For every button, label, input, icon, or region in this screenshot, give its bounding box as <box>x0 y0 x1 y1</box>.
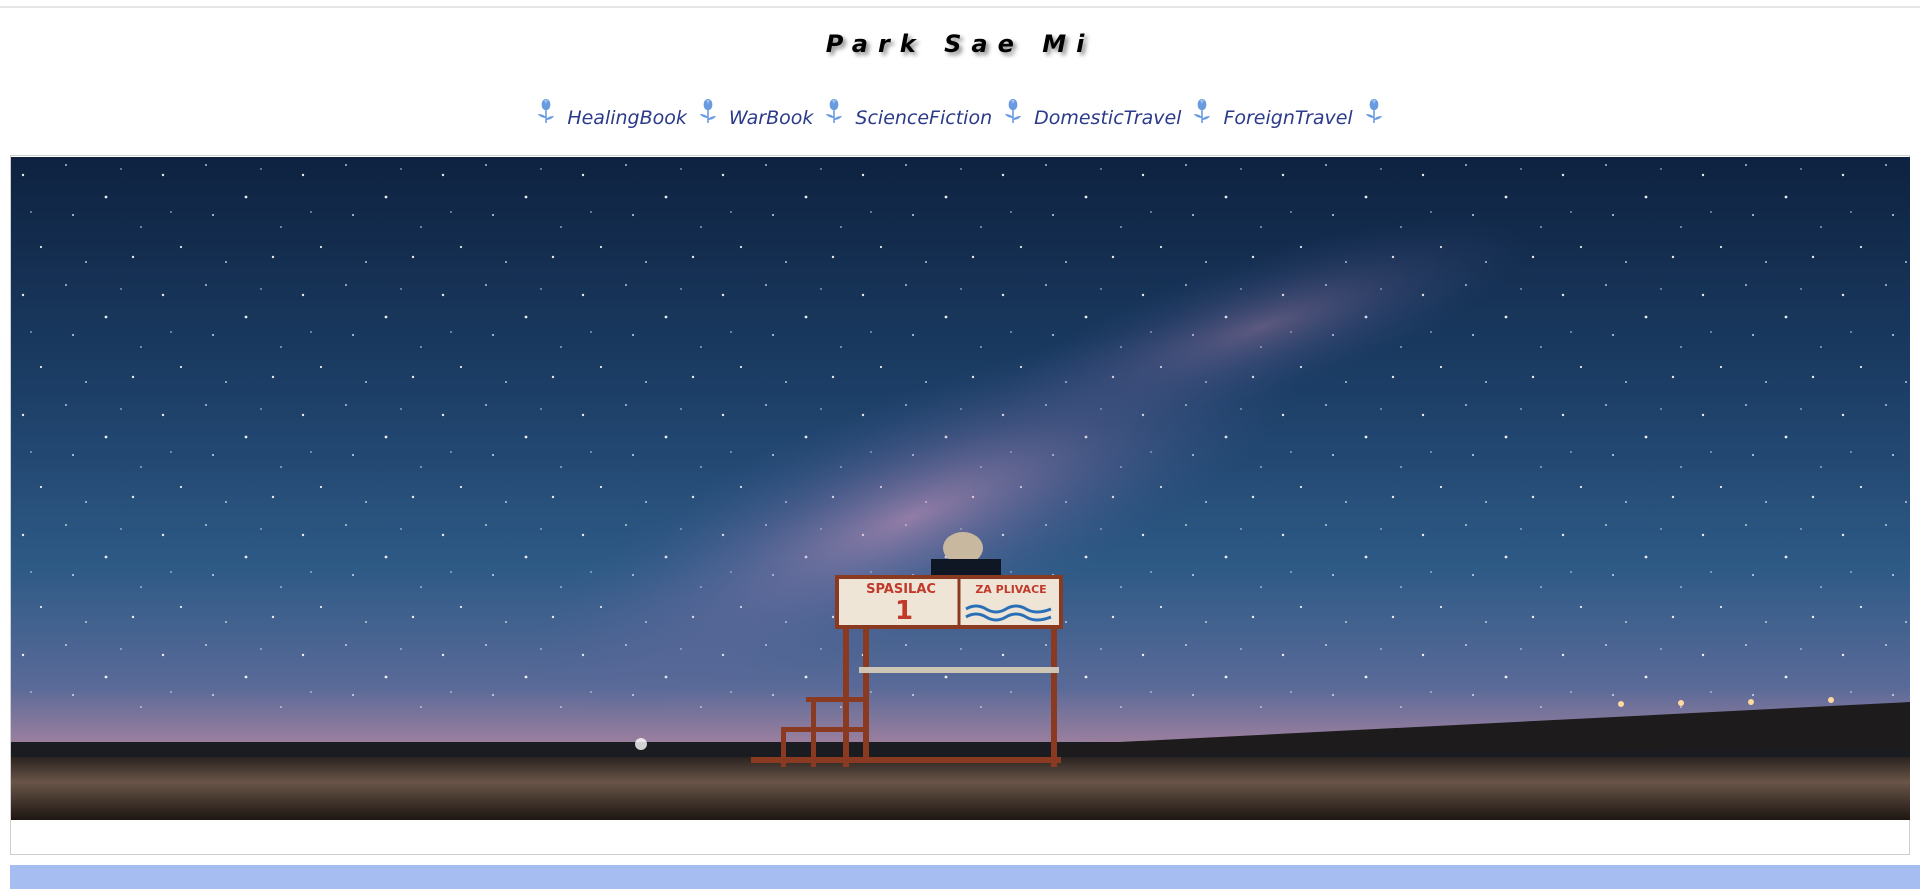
tulip-icon <box>699 99 716 123</box>
nav-link-warbook[interactable]: WarBook <box>729 104 814 132</box>
nav-link-domestictravel[interactable]: DomesticTravel <box>1034 104 1181 132</box>
sign-left-number: 1 <box>895 596 913 626</box>
footer-bar <box>10 865 1920 889</box>
sign-right-text: ZA PLIVACE <box>975 583 1046 596</box>
tulip-icon <box>1005 99 1022 123</box>
top-divider <box>0 6 1920 8</box>
nav-link-sciencefiction[interactable]: ScienceFiction <box>855 104 992 132</box>
nav-link-foreigntravel[interactable]: ForeignTravel <box>1223 104 1352 132</box>
category-nav: HealingBook WarBook ScienceFiction Domes… <box>0 92 1920 132</box>
nav-link-healingbook[interactable]: HealingBook <box>567 104 687 132</box>
tulip-icon <box>1365 99 1382 123</box>
sign-left-text: SPASILAC <box>866 582 936 597</box>
tulip-icon <box>1194 99 1211 123</box>
site-title: Park Sae Mi <box>825 30 1095 58</box>
tulip-icon <box>538 99 555 123</box>
tulip-icon <box>826 99 843 123</box>
hero-image: SPASILAC 1 ZA PLIVACE <box>11 157 1910 820</box>
